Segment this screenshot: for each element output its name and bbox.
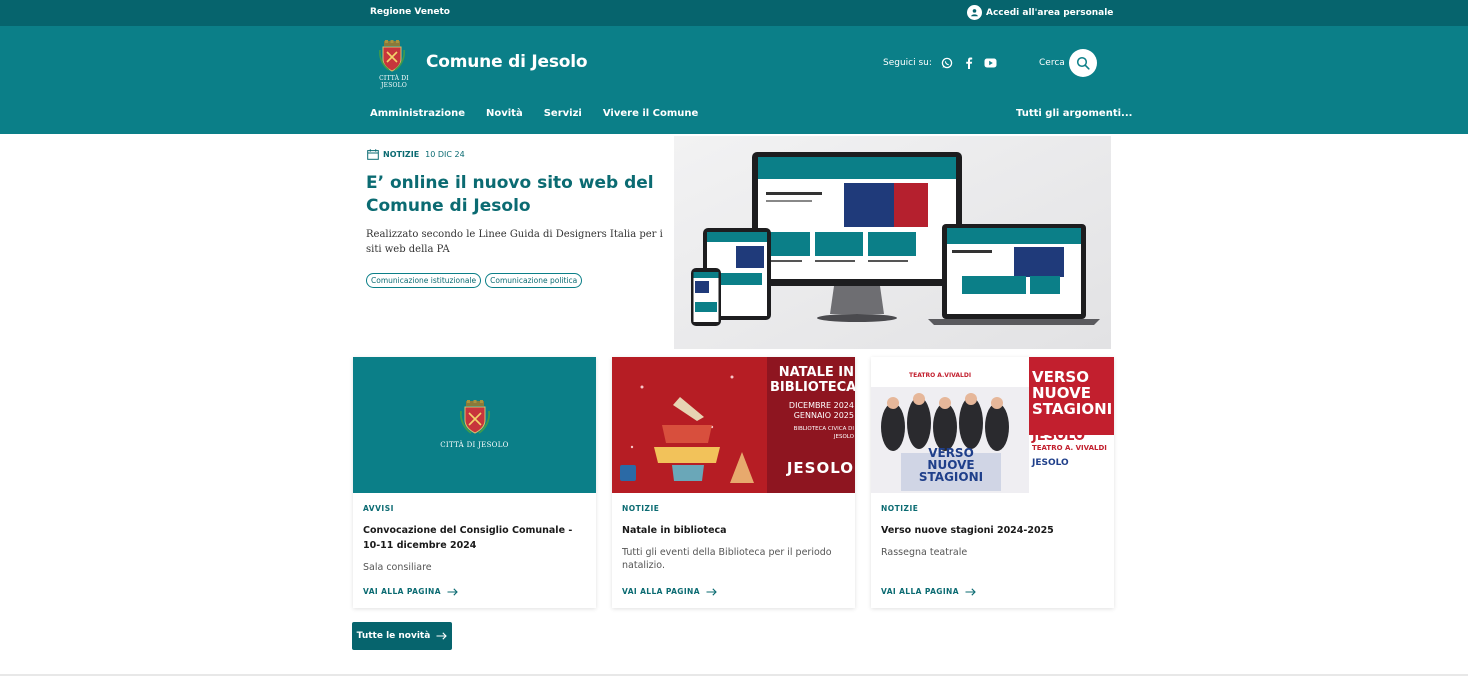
card-image-text-left: VERSO NUOVE STAGIONI [891, 447, 1011, 484]
whatsapp-icon[interactable] [940, 56, 954, 70]
arrow-right-icon [436, 632, 448, 640]
image-line: TEATRO A.VIVALDI [909, 372, 972, 379]
nav-item-amministrazione[interactable]: Amministrazione [370, 108, 465, 119]
nav-item-all-topics[interactable]: Tutti gli argomenti... [1016, 108, 1132, 119]
social-links: Seguici su: [883, 56, 998, 70]
main-nav: Amministrazione Novità Servizi Vivere il… [370, 108, 719, 119]
user-icon [967, 5, 982, 20]
search-button[interactable] [1069, 49, 1097, 77]
image-line: NATALE IN [778, 365, 854, 380]
card-image: VERSO NUOVE STAGIONI VERSO NUOVE STAGION… [871, 357, 1114, 493]
image-line: STAGIONI [918, 470, 984, 484]
all-news-button[interactable]: Tutte le novità [352, 622, 452, 650]
image-line: JESOLO [786, 459, 854, 477]
hero-description: Realizzato secondo le Linee Guida di Des… [366, 229, 663, 255]
image-line: STAGIONI [1032, 400, 1113, 418]
read-more-label: VAI ALLA PAGINA [363, 587, 441, 596]
nav-item-servizi[interactable]: Servizi [544, 108, 582, 119]
hero-image [674, 136, 1111, 349]
tag-comunicazione-politica[interactable]: Comunicazione politica [485, 273, 583, 288]
card-image-text: NATALE IN BIBLIOTECA DICEMBRE 2024 GENNA… [770, 365, 855, 477]
image-line: BIBLIOTECA [770, 380, 855, 395]
arrow-right-icon [965, 587, 976, 596]
logo-caption: CITTÀ DI JESOLO [379, 75, 409, 89]
image-line: JESOLO [1032, 429, 1086, 444]
region-link[interactable]: Regione Veneto [370, 7, 450, 17]
crest-icon [379, 40, 405, 72]
image-line: TEATRO A. VIVALDI [1032, 444, 1107, 452]
social-label: Seguici su: [883, 58, 932, 68]
card-read-more[interactable]: VAI ALLA PAGINA [622, 587, 717, 596]
search-label: Cerca [1039, 58, 1065, 68]
hero-title[interactable]: E’ online il nuovo sito web del Comune d… [366, 172, 656, 218]
card-description: Tutti gli eventi della Biblioteca per il… [622, 547, 832, 571]
card-image: NATALE IN BIBLIOTECA DICEMBRE 2024 GENNA… [612, 357, 855, 493]
site-title[interactable]: Comune di Jesolo [426, 52, 588, 72]
calendar-icon [367, 149, 379, 160]
search-icon [1076, 56, 1090, 70]
top-bar: Regione Veneto Accedi all'area personale [0, 0, 1468, 26]
login-link[interactable]: Accedi all'area personale [967, 5, 1113, 20]
card-image-caption: CITTÀ DI JESOLO [440, 441, 509, 449]
facebook-icon[interactable] [962, 56, 976, 70]
card-title[interactable]: Convocazione del Consiglio Comunale - 10… [363, 523, 588, 553]
image-line: GENNAIO 2025 [793, 411, 854, 420]
login-label: Accedi all'area personale [986, 7, 1114, 18]
card-image: CITTÀ DI JESOLO [353, 357, 596, 493]
card-description: Rassegna teatrale [881, 547, 968, 558]
image-line: JESOLO [833, 434, 854, 440]
site-header: CITTÀ DI JESOLO Comune di Jesolo Seguici… [0, 26, 1468, 134]
read-more-label: VAI ALLA PAGINA [881, 587, 959, 596]
card-read-more[interactable]: VAI ALLA PAGINA [881, 587, 976, 596]
news-card-avvisi[interactable]: CITTÀ DI JESOLO AVVISI Convocazione del … [353, 357, 596, 608]
image-line: JESOLO [1032, 458, 1069, 468]
all-news-label: Tutte le novità [356, 631, 431, 641]
card-category[interactable]: NOTIZIE [622, 504, 659, 513]
site-logo[interactable]: CITTÀ DI JESOLO [370, 40, 418, 89]
nav-item-novita[interactable]: Novità [486, 108, 523, 119]
news-card-verso-nuove-stagioni[interactable]: VERSO NUOVE STAGIONI VERSO NUOVE STAGION… [871, 357, 1114, 608]
hero-tags: Comunicazione istituzionale Comunicazion… [366, 273, 586, 288]
card-description: Sala consiliare [363, 562, 432, 573]
image-line: BIBLIOTECA CIVICA DI [793, 426, 854, 432]
image-line: NUOVE [1032, 384, 1091, 402]
hero-date: 10 DIC 24 [425, 150, 465, 159]
image-line: DICEMBRE 2024 [788, 401, 854, 410]
card-image-text-right: VERSO NUOVE STAGIONI JESOLO TEATRO A. VI… [1032, 369, 1114, 469]
card-read-more[interactable]: VAI ALLA PAGINA [363, 587, 458, 596]
read-more-label: VAI ALLA PAGINA [622, 587, 700, 596]
arrow-right-icon [447, 587, 458, 596]
image-line: VERSO [1032, 368, 1089, 386]
card-category[interactable]: NOTIZIE [881, 504, 918, 513]
card-category[interactable]: AVVISI [363, 504, 394, 513]
nav-item-vivere-il-comune[interactable]: Vivere il Comune [603, 108, 698, 119]
youtube-icon[interactable] [984, 56, 998, 70]
card-title[interactable]: Verso nuove stagioni 2024-2025 [881, 523, 1106, 538]
hero-category[interactable]: NOTIZIE [383, 150, 419, 159]
hero-meta: NOTIZIE 10 DIC 24 [367, 149, 465, 160]
arrow-right-icon [706, 587, 717, 596]
news-card-natale[interactable]: NATALE IN BIBLIOTECA DICEMBRE 2024 GENNA… [612, 357, 855, 608]
tag-comunicazione-istituzionale[interactable]: Comunicazione istituzionale [366, 273, 482, 288]
card-title[interactable]: Natale in biblioteca [622, 523, 847, 538]
